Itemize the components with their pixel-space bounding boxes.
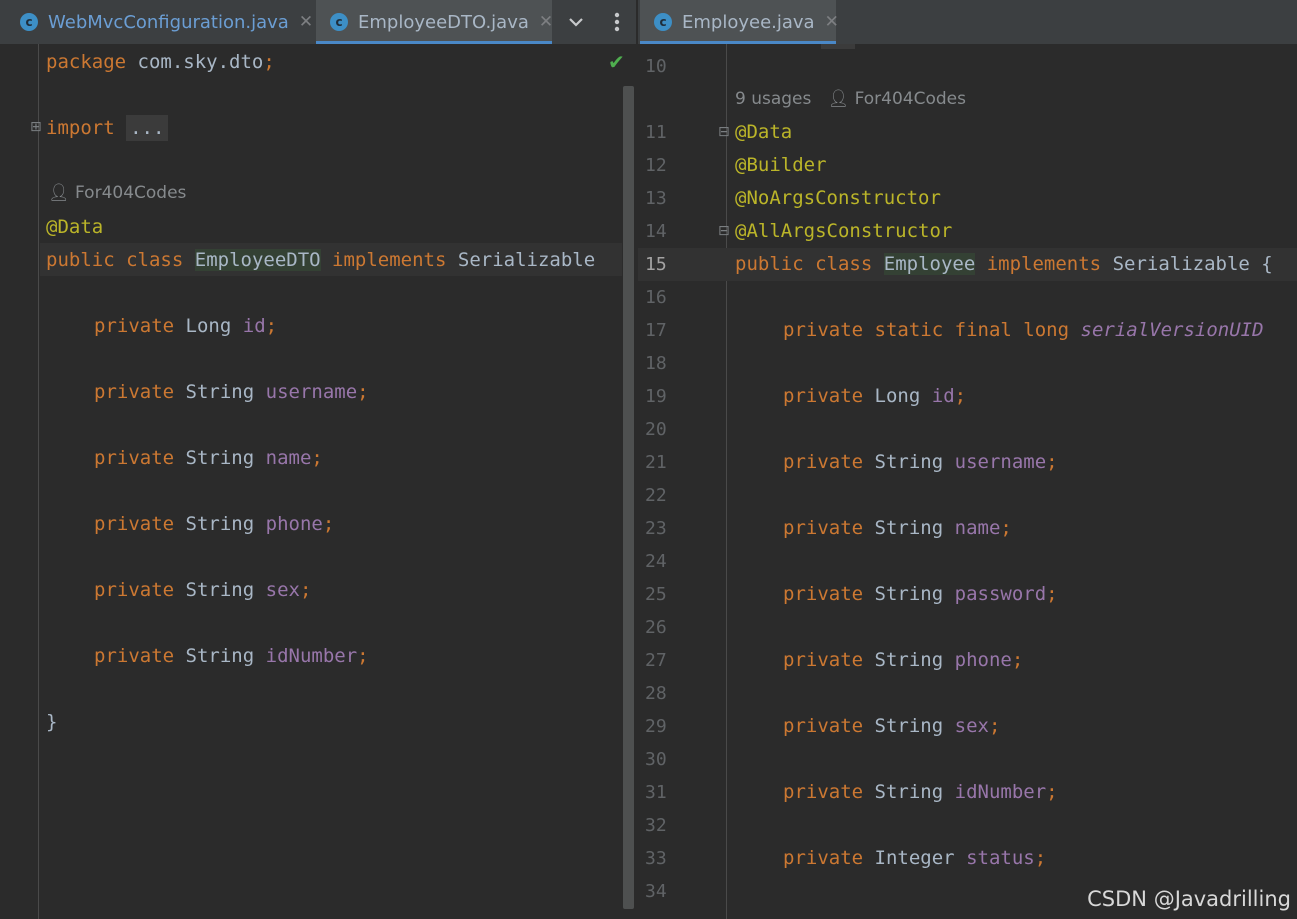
line-number: 24 xyxy=(645,551,667,572)
class-icon: c xyxy=(20,13,38,31)
code-line-field[interactable]: private String name; xyxy=(94,442,323,475)
code-line-import[interactable]: import ... xyxy=(46,112,169,145)
class-icon: c xyxy=(654,13,672,31)
fold-expand-icon[interactable]: ⊞ xyxy=(30,119,42,135)
code-line-field[interactable]: private String sex; xyxy=(94,574,311,607)
code-line-annotation[interactable]: @NoArgsConstructor xyxy=(735,182,941,215)
line-number: 16 xyxy=(645,287,667,308)
line-number: 18 xyxy=(645,353,667,374)
line-number: 20 xyxy=(645,419,667,440)
line-number: 14 xyxy=(645,221,667,242)
right-gutter-divider xyxy=(726,44,727,919)
fold-collapse-icon[interactable]: ⊟ xyxy=(718,223,730,239)
code-line-field[interactable]: private Long id; xyxy=(783,380,966,413)
tab-webmvcconfiguration[interactable]: c WebMvcConfiguration.java ✕ xyxy=(0,0,314,44)
code-line-field[interactable]: private Long id; xyxy=(94,310,277,343)
line-number: 30 xyxy=(645,749,667,770)
more-options-icon[interactable] xyxy=(602,0,632,44)
line-number: 33 xyxy=(645,848,667,869)
code-line-field[interactable]: private String idNumber; xyxy=(783,776,1058,809)
code-line-field[interactable]: private String idNumber; xyxy=(94,640,369,673)
line-number: 17 xyxy=(645,320,667,341)
chevron-down-icon[interactable] xyxy=(560,0,592,44)
line-number: 26 xyxy=(645,617,667,638)
check-icon: ✔ xyxy=(608,50,625,74)
line-number: 31 xyxy=(645,782,667,803)
code-line-class[interactable]: public class EmployeeDTO implements Seri… xyxy=(46,244,595,277)
line-number: 29 xyxy=(645,716,667,737)
code-line-class[interactable]: public class Employee implements Seriali… xyxy=(735,248,1273,281)
code-line-field[interactable]: private String name; xyxy=(783,512,1012,545)
code-line-field[interactable]: private String phone; xyxy=(94,508,334,541)
user-icon: 👤︎ xyxy=(48,183,70,203)
code-line-annotation[interactable]: @Data xyxy=(46,211,103,244)
fold-collapse-icon[interactable]: ⊟ xyxy=(718,124,730,140)
class-icon: c xyxy=(330,13,348,31)
usages-hint[interactable]: 9 usages 👤︎ For404Codes xyxy=(735,83,966,116)
scroll-indicator xyxy=(821,44,855,49)
line-number: 28 xyxy=(645,683,667,704)
line-number: 19 xyxy=(645,386,667,407)
line-number: 10 xyxy=(645,56,667,77)
line-number: 25 xyxy=(645,584,667,605)
line-number: 22 xyxy=(645,485,667,506)
folded-imports[interactable]: ... xyxy=(126,115,169,141)
code-line-close-brace[interactable]: } xyxy=(46,706,57,739)
code-line-field[interactable]: private Integer status; xyxy=(783,842,1046,875)
line-number: 13 xyxy=(645,188,667,209)
tab-label: WebMvcConfiguration.java xyxy=(48,11,289,33)
line-number: 11 xyxy=(645,122,667,143)
code-line-annotation[interactable]: @Data xyxy=(735,116,792,149)
author-hint[interactable]: 👤︎ For404Codes xyxy=(48,177,186,210)
code-line-package[interactable]: package com.sky.dto; xyxy=(46,46,275,79)
editor-splitter[interactable] xyxy=(636,0,638,919)
line-number: 21 xyxy=(645,452,667,473)
line-number: 23 xyxy=(645,518,667,539)
tab-employeedto[interactable]: c EmployeeDTO.java ✕ xyxy=(316,0,553,44)
code-line-field[interactable]: private String sex; xyxy=(783,710,1000,743)
code-line-field[interactable]: private String username; xyxy=(783,446,1058,479)
code-line-field[interactable]: private String username; xyxy=(94,376,369,409)
watermark: CSDN @Javadrilling xyxy=(1087,887,1291,911)
close-icon[interactable]: ✕ xyxy=(825,12,839,32)
line-number: 12 xyxy=(645,155,667,176)
code-line-field[interactable]: private String password; xyxy=(783,578,1058,611)
left-scrollbar[interactable] xyxy=(623,86,634,909)
user-icon: 👤︎ xyxy=(827,89,850,109)
line-number: 15 xyxy=(645,254,667,275)
code-line-serial[interactable]: private static final long serialVersionU… xyxy=(783,314,1264,347)
line-number: 34 xyxy=(645,881,667,902)
tab-label: Employee.java xyxy=(682,11,815,33)
code-line-annotation[interactable]: @Builder xyxy=(735,149,827,182)
left-gutter-divider xyxy=(38,44,39,919)
tab-employee[interactable]: c Employee.java ✕ xyxy=(640,0,839,44)
line-number: 27 xyxy=(645,650,667,671)
line-number: 32 xyxy=(645,815,667,836)
close-icon[interactable]: ✕ xyxy=(299,12,313,32)
code-line-field[interactable]: private String phone; xyxy=(783,644,1023,677)
close-icon[interactable]: ✕ xyxy=(539,12,553,32)
code-line-annotation[interactable]: @AllArgsConstructor xyxy=(735,215,952,248)
tab-label: EmployeeDTO.java xyxy=(358,11,529,33)
